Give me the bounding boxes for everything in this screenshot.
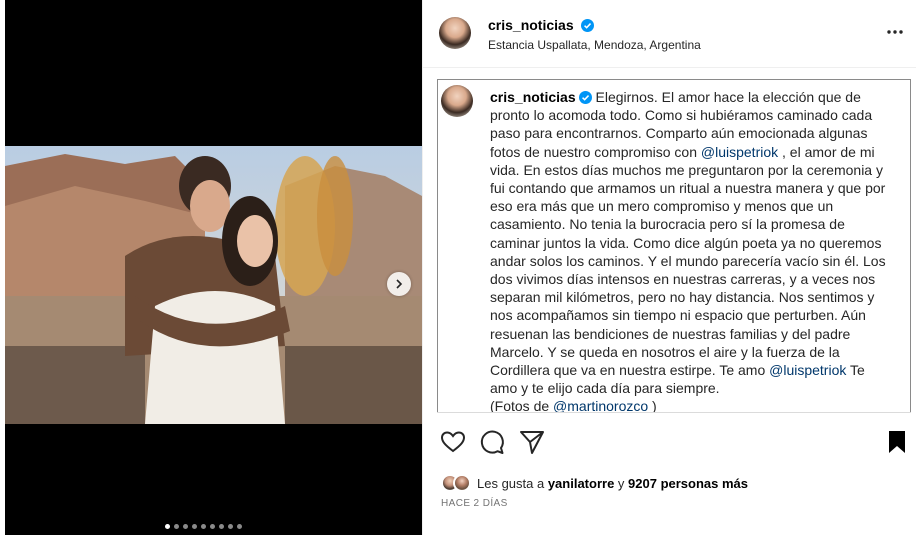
post-media (5, 0, 422, 535)
send-icon[interactable] (518, 428, 546, 456)
post-actions (423, 428, 916, 458)
carousel-dot (228, 524, 233, 529)
divider (437, 412, 911, 413)
username-link[interactable]: cris_noticias (488, 17, 574, 33)
avatar[interactable] (439, 17, 471, 49)
caption-container: cris_noticias Elegirnos. El amor hace la… (437, 79, 911, 413)
mention-link[interactable]: @luispetriok (769, 362, 846, 378)
carousel-dot (165, 524, 170, 529)
post-side-panel: cris_noticias Estancia Uspallata, Mendoz… (422, 0, 916, 535)
avatar[interactable] (441, 85, 473, 117)
carousel-dot (219, 524, 224, 529)
location-link[interactable]: Estancia Uspallata, Mendoza, Argentina (488, 38, 701, 52)
chevron-right-icon (396, 279, 403, 289)
caption-text: ) (648, 398, 657, 413)
bookmark-icon[interactable] (883, 428, 911, 456)
instagram-post-view: cris_noticias Estancia Uspallata, Mendoz… (0, 0, 916, 535)
carousel-next-button[interactable] (387, 272, 411, 296)
likes-middle: y (614, 475, 629, 491)
likes-count-link[interactable]: 9207 personas más (628, 476, 748, 491)
carousel-dot (210, 524, 215, 529)
likes-text: Les gusta a yanilatorre y 9207 personas … (477, 476, 748, 491)
liker-username-link[interactable]: yanilatorre (548, 476, 614, 491)
mention-link[interactable]: @martinorozco (553, 398, 648, 413)
carousel-dot (237, 524, 242, 529)
header-username-row: cris_noticias (488, 17, 594, 33)
comment-icon[interactable] (478, 428, 506, 456)
carousel-dot (183, 524, 188, 529)
verified-badge-icon (580, 19, 594, 32)
more-options-icon[interactable] (885, 24, 905, 40)
caption-text: (Fotos de (490, 398, 554, 413)
engagement-photo (5, 146, 422, 424)
carousel-dot (201, 524, 206, 529)
carousel-indicator (165, 524, 242, 529)
verified-badge-icon (578, 91, 592, 104)
caption-text: , el amor de mi vida. En estos días much… (490, 143, 886, 379)
post-caption: cris_noticias Elegirnos. El amor hace la… (490, 88, 894, 413)
liker-avatar[interactable] (453, 474, 471, 492)
post-timestamp[interactable]: HACE 2 DÍAS (441, 498, 508, 509)
mention-link[interactable]: @luispetriok (701, 144, 778, 160)
post-photo (5, 146, 422, 424)
likes-summary: Les gusta a yanilatorre y 9207 personas … (441, 472, 748, 494)
likes-prefix: Les gusta a (477, 475, 548, 491)
caption-username-link[interactable]: cris_noticias (490, 89, 576, 105)
heart-icon[interactable] (439, 428, 467, 456)
post-header: cris_noticias Estancia Uspallata, Mendoz… (423, 0, 916, 68)
carousel-dot (192, 524, 197, 529)
carousel-dot (174, 524, 179, 529)
